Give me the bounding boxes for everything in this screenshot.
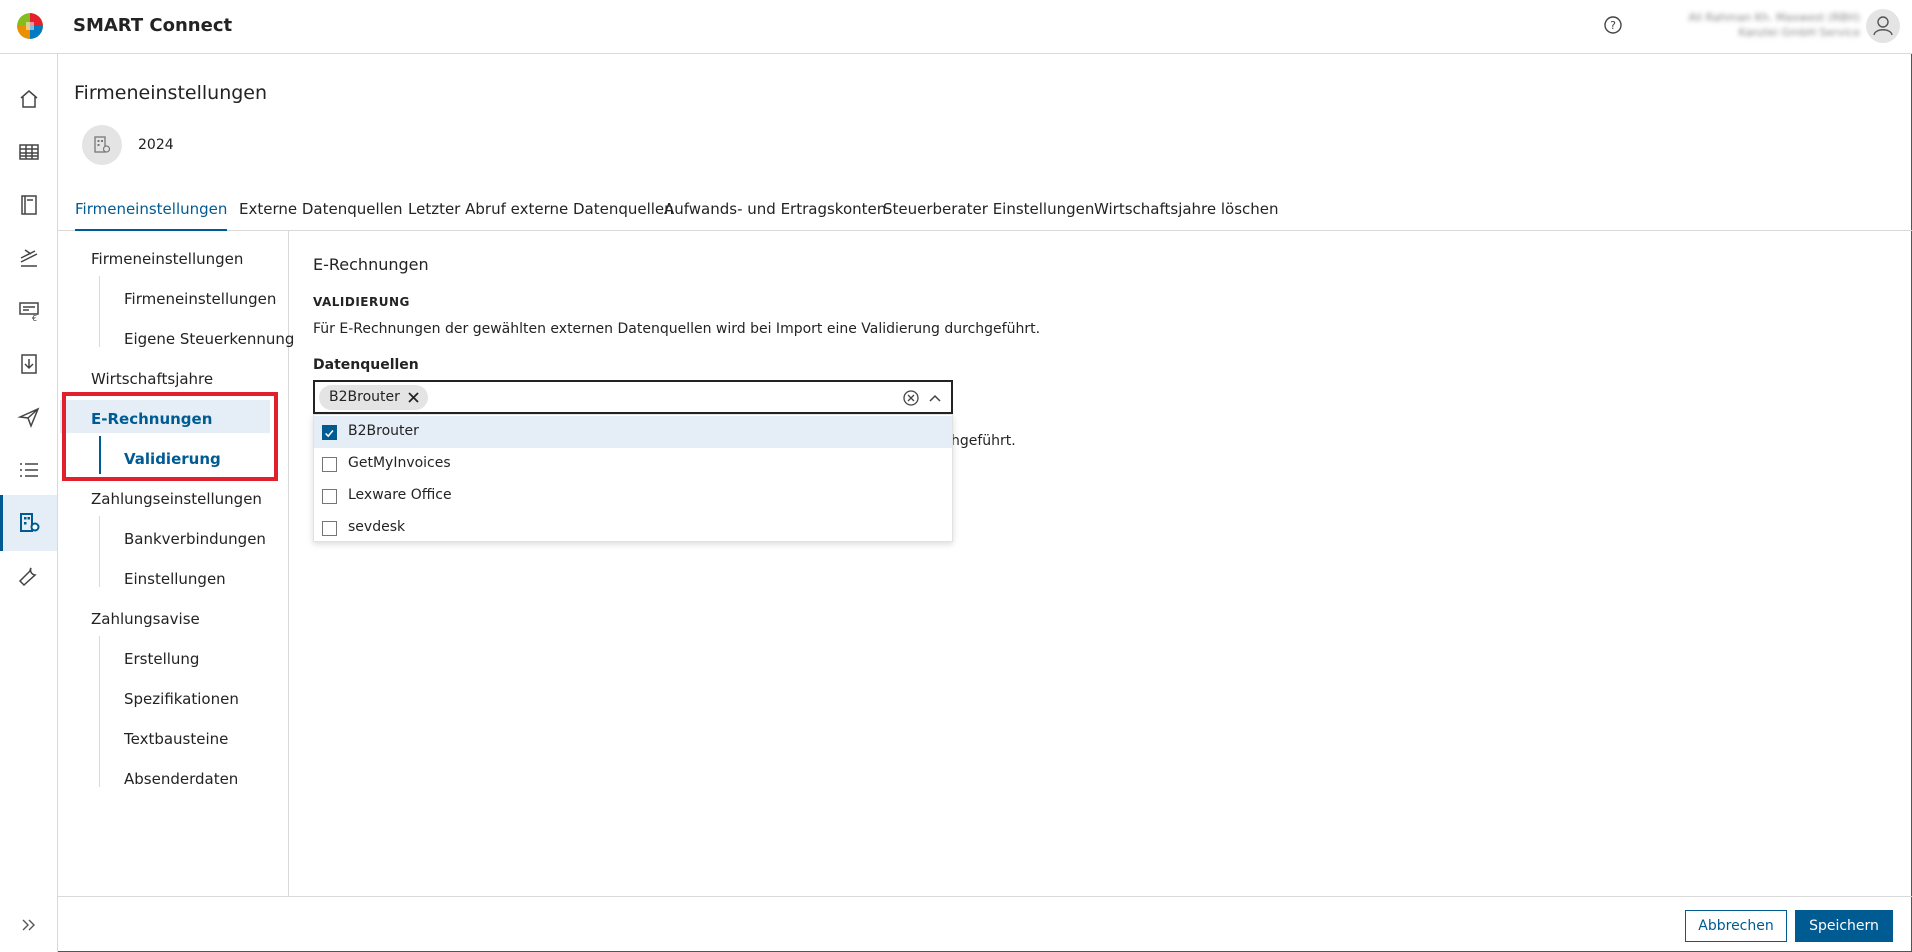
option-label: B2Brouter	[348, 423, 419, 439]
avatar[interactable]	[1866, 9, 1900, 43]
checkbox[interactable]	[322, 521, 337, 536]
table-icon	[18, 144, 39, 160]
option-label: Lexware Office	[348, 487, 452, 503]
company-avatar	[82, 125, 122, 165]
rail-item-list[interactable]	[0, 442, 57, 498]
rail-item-book[interactable]	[0, 177, 57, 233]
tab-aufwands-ertragskonten[interactable]: Aufwands- und Ertragskonten	[664, 200, 886, 231]
user-name: Ali Rahman Kh. Maxwest (RBH) Kanzlei Gmb…	[1660, 10, 1860, 40]
left-rail: €	[0, 54, 58, 952]
nav-item-absenderdaten[interactable]: Absenderdaten	[124, 770, 238, 788]
selected-chip: B2Brouter	[319, 385, 428, 410]
option-b2brouter[interactable]: B2Brouter	[314, 416, 952, 448]
option-label: GetMyInvoices	[348, 455, 451, 471]
tab-externe-datenquellen[interactable]: Externe Datenquellen	[239, 200, 403, 231]
nav-item-spezifikationen[interactable]: Spezifikationen	[124, 690, 239, 708]
nav-divider	[99, 276, 100, 347]
datenquellen-label: Datenquellen	[313, 357, 419, 373]
option-sevdesk[interactable]: sevdesk	[314, 512, 952, 544]
fiscal-year: 2024	[138, 137, 174, 153]
nav-group-zahlungsavise[interactable]: Zahlungsavise	[91, 610, 200, 628]
tab-firmeneinstellungen[interactable]: Firmeneinstellungen	[75, 200, 228, 231]
download-doc-icon	[20, 354, 37, 374]
check-icon	[325, 429, 334, 438]
remove-chip-icon[interactable]	[407, 391, 420, 404]
user-name-line1: Ali Rahman Kh. Maxwest (RBH)	[1688, 11, 1860, 24]
section-label: VALIDIERUNG	[313, 295, 410, 309]
nav-divider	[99, 516, 100, 587]
help-icon[interactable]: ?	[1603, 15, 1623, 35]
highlight-annotation	[62, 392, 278, 481]
checkbox-checked[interactable]	[322, 425, 337, 440]
obscured-description-tail: hgeführt.	[951, 433, 1016, 449]
tab-steuerberater-einstellungen[interactable]: Steuerberater Einstellungen	[883, 200, 1094, 231]
rail-item-table[interactable]	[0, 124, 57, 180]
clear-selection-icon[interactable]	[902, 389, 920, 407]
top-bar: SMART Connect ? Ali Rahman Kh. Maxwest (…	[0, 0, 1912, 54]
nav-item-erstellung[interactable]: Erstellung	[124, 650, 199, 668]
option-getmyinvoices[interactable]: GetMyInvoices	[314, 448, 952, 480]
save-button[interactable]: Speichern	[1795, 910, 1893, 942]
rail-item-download-doc[interactable]	[0, 336, 57, 392]
nav-item-bankverbindungen[interactable]: Bankverbindungen	[124, 530, 266, 548]
nav-item-einstellungen[interactable]: Einstellungen	[124, 570, 226, 588]
settings-nav: Firmeneinstellungen Firmeneinstellungen …	[58, 231, 294, 897]
chevron-up-icon[interactable]	[928, 391, 942, 405]
footer-bar: Abbrechen Speichern	[58, 896, 1912, 952]
invoice-euro-icon: €	[18, 302, 39, 323]
nav-group-firmeneinstellungen[interactable]: Firmeneinstellungen	[91, 250, 243, 268]
user-name-line2: Kanzlei GmbH Service	[1738, 26, 1860, 39]
company-settings-icon	[20, 513, 40, 532]
rail-item-company-settings[interactable]	[0, 495, 57, 551]
tab-letzter-abruf[interactable]: Letzter Abruf externe Datenquellen	[408, 200, 674, 231]
home-icon	[20, 90, 37, 108]
tab-bar: Firmeneinstellungen Externe Datenquellen…	[58, 196, 1912, 231]
page-title: Firmeneinstellungen	[74, 82, 268, 104]
wrench-icon	[18, 567, 37, 587]
chevron-double-right-icon[interactable]	[19, 915, 39, 935]
rail-item-stack[interactable]	[0, 230, 57, 286]
svg-text:€: €	[32, 314, 37, 323]
book-icon	[20, 195, 37, 215]
datenquellen-dropdown: B2Brouter GetMyInvoices Lexware Office s…	[313, 414, 953, 542]
datenquellen-multiselect[interactable]: B2Brouter	[313, 380, 953, 414]
section-title: E-Rechnungen	[313, 255, 429, 274]
app-title: SMART Connect	[73, 15, 233, 36]
company-settings-icon	[94, 136, 111, 153]
nav-item-textbausteine[interactable]: Textbausteine	[124, 730, 228, 748]
checkbox[interactable]	[322, 457, 337, 472]
rail-item-home[interactable]	[0, 71, 57, 127]
nav-item-firmeneinstellungen[interactable]: Firmeneinstellungen	[124, 290, 276, 308]
cancel-button[interactable]: Abbrechen	[1685, 910, 1787, 942]
checkbox[interactable]	[322, 489, 337, 504]
send-icon	[16, 407, 39, 429]
svg-text:?: ?	[1610, 19, 1616, 32]
user-icon	[1873, 16, 1893, 36]
chip-label: B2Brouter	[329, 389, 400, 405]
rail-item-send[interactable]	[0, 389, 57, 445]
stack-icon	[20, 249, 37, 267]
option-label: sevdesk	[348, 519, 406, 535]
rail-item-wrench[interactable]	[0, 548, 57, 604]
option-lexware-office[interactable]: Lexware Office	[314, 480, 952, 512]
section-description: Für E-Rechnungen der gewählten externen …	[313, 321, 1041, 337]
nav-group-zahlungseinstellungen[interactable]: Zahlungseinstellungen	[91, 490, 262, 508]
tab-wirtschaftsjahre-loeschen[interactable]: Wirtschaftsjahre löschen	[1094, 200, 1279, 231]
app-logo-icon	[17, 13, 43, 39]
rail-item-invoice-euro[interactable]: €	[0, 283, 57, 339]
nav-group-wirtschaftsjahre[interactable]: Wirtschaftsjahre	[91, 370, 213, 388]
nav-item-eigene-steuerkennung[interactable]: Eigene Steuerkennung	[124, 330, 294, 348]
list-icon	[19, 463, 38, 477]
nav-divider	[99, 636, 100, 787]
